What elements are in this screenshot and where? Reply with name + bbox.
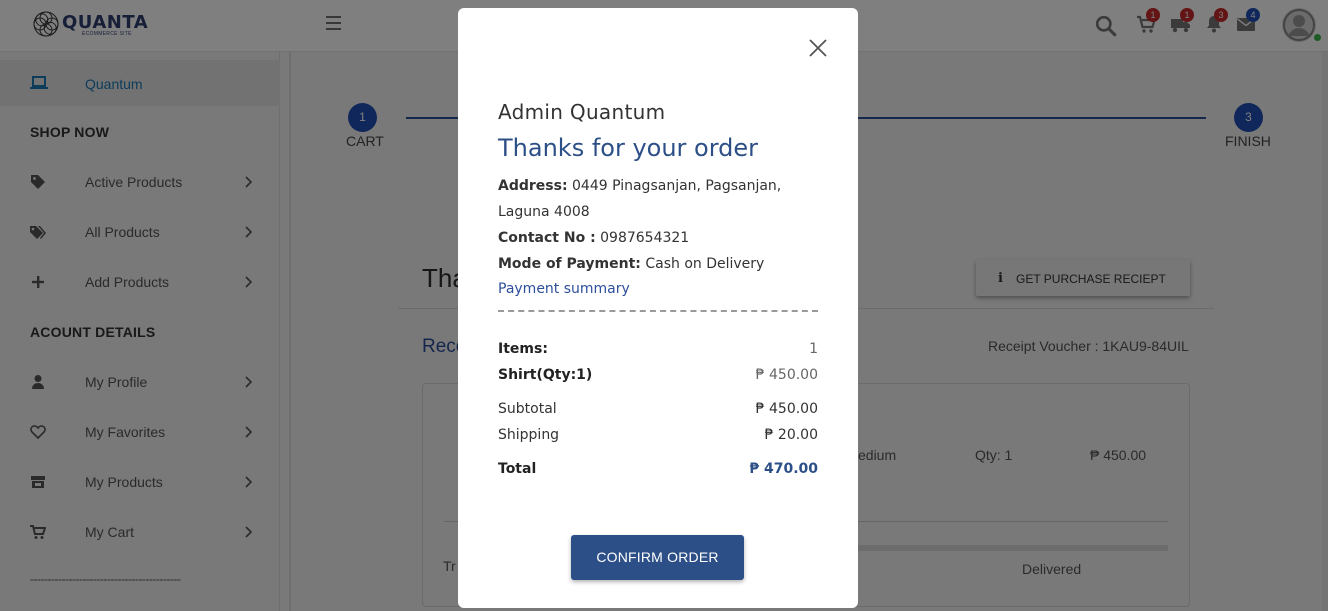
confirm-order-button[interactable]: CONFIRM ORDER xyxy=(571,535,744,580)
total-value: ₱ 470.00 xyxy=(749,461,818,477)
product-value: ₱ 450.00 xyxy=(755,367,818,383)
contact-label: Contact No : xyxy=(498,230,596,246)
shipping-value: ₱ 20.00 xyxy=(764,427,818,443)
contact-value: 0987654321 xyxy=(600,230,690,246)
close-icon[interactable] xyxy=(808,38,828,58)
address-label: Address: xyxy=(498,178,568,194)
subtotal-row: Subtotal ₱ 450.00 xyxy=(498,401,818,421)
shipping-row: Shipping ₱ 20.00 xyxy=(498,427,818,447)
payment-line: Mode of Payment: Cash on Delivery xyxy=(498,251,818,277)
items-value: 1 xyxy=(809,341,818,357)
summary-divider xyxy=(498,310,818,312)
address-line: Address: 0449 Pinagsanjan, Pagsanjan, La… xyxy=(498,173,818,225)
total-label: Total xyxy=(498,461,537,477)
payment-value: Cash on Delivery xyxy=(645,256,765,272)
modal-heading: Thanks for your order xyxy=(498,134,759,162)
subtotal-value: ₱ 450.00 xyxy=(755,401,818,417)
items-label: Items: xyxy=(498,341,548,357)
shipping-label: Shipping xyxy=(498,427,560,443)
subtotal-label: Subtotal xyxy=(498,401,557,417)
total-row: Total ₱ 470.00 xyxy=(498,461,818,481)
product-row: Shirt(Qty:1) ₱ 450.00 xyxy=(498,367,818,387)
payment-label: Mode of Payment: xyxy=(498,256,641,272)
product-label: Shirt(Qty:1) xyxy=(498,367,593,383)
items-row: Items: 1 xyxy=(498,341,818,361)
modal-user-name: Admin Quantum xyxy=(498,100,666,124)
payment-summary-link[interactable]: Payment summary xyxy=(498,281,630,297)
order-confirmation-modal: Admin Quantum Thanks for your order Addr… xyxy=(458,8,858,608)
contact-line: Contact No : 0987654321 xyxy=(498,225,818,251)
